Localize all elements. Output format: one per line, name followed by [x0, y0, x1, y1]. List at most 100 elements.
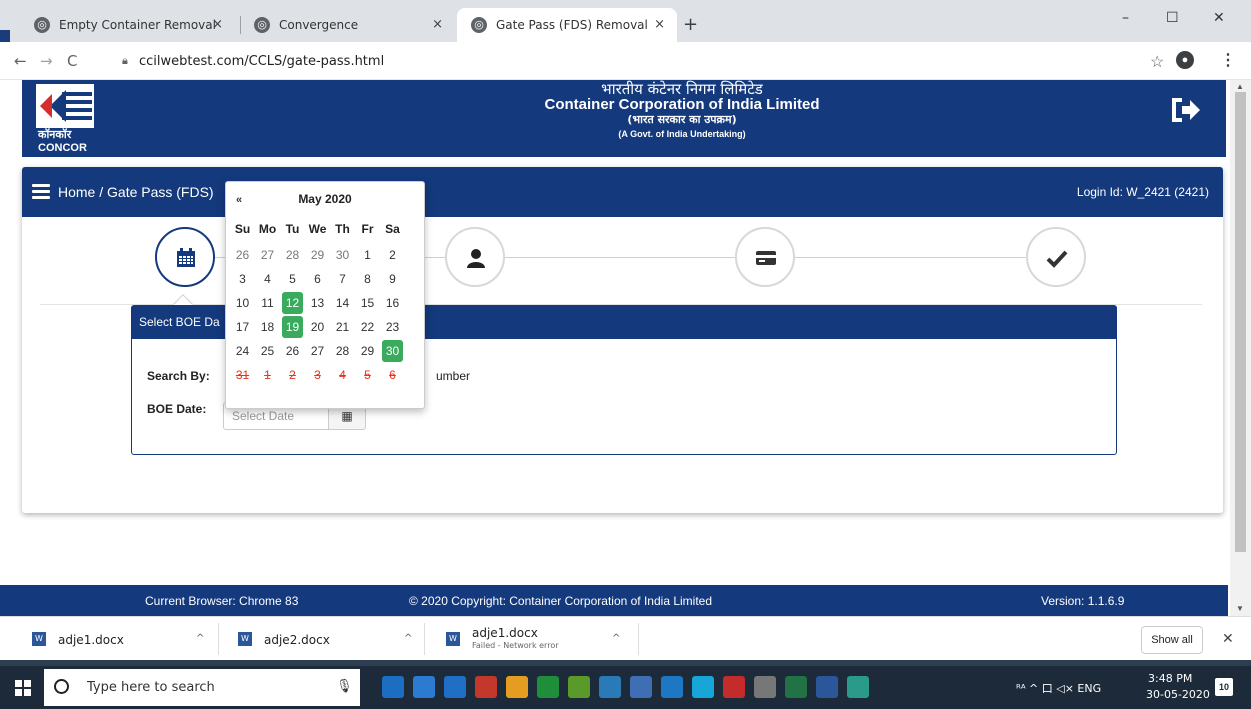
maximize-button[interactable]: ☐	[1166, 10, 1179, 26]
breadcrumb[interactable]: Home / Gate Pass (FDS)	[58, 184, 214, 200]
taskbar-app-icon[interactable]	[785, 676, 807, 698]
download-name: adje1.docx	[472, 626, 538, 640]
taskbar-app-icon[interactable]	[661, 676, 683, 698]
taskbar-app-icon[interactable]	[537, 676, 559, 698]
calendar-day-highlighted[interactable]: 12	[282, 292, 303, 314]
calendar-day[interactable]: 17	[232, 316, 253, 338]
address-bar[interactable]: ccilwebtest.com/CCLS/gate-pass.html	[139, 54, 384, 69]
calendar-day[interactable]: 20	[307, 316, 328, 338]
download-item[interactable]: W adje1.docx ^	[32, 625, 212, 655]
step-user[interactable]	[445, 227, 505, 287]
calendar-weekday: Tu	[285, 222, 300, 236]
download-bar-close-button[interactable]: ✕	[1222, 630, 1234, 647]
taskbar-app-icon[interactable]	[444, 676, 466, 698]
calendar-day[interactable]: 25	[257, 340, 278, 362]
calendar-day[interactable]: 29	[357, 340, 378, 362]
chevron-up-icon[interactable]: ^	[196, 633, 204, 644]
download-item[interactable]: W adje2.docx ^	[238, 625, 418, 655]
calendar-day[interactable]: 6	[307, 268, 328, 290]
taskbar-app-icon[interactable]	[630, 676, 652, 698]
calendar-day-highlighted[interactable]: 30	[382, 340, 403, 362]
calendar-day[interactable]: 27	[307, 340, 328, 362]
tab-gate-pass-fds-removal[interactable]: ◎ Gate Pass (FDS) Removal ×	[457, 8, 677, 42]
taskbar-search-input[interactable]: Type here to search	[87, 680, 215, 695]
calendar-day[interactable]: 2	[382, 244, 403, 266]
page-scrollbar[interactable]: ▲ ▼	[1230, 80, 1251, 616]
close-icon[interactable]: ×	[654, 17, 665, 32]
calendar-day[interactable]: 18	[257, 316, 278, 338]
window-close-button[interactable]: ✕	[1213, 10, 1225, 26]
search-by-option-text[interactable]: umber	[436, 369, 470, 383]
calendar-day[interactable]: 11	[257, 292, 278, 314]
taskbar-search[interactable]: Type here to search 🎙︎	[44, 669, 360, 706]
bookmark-star-icon[interactable]: ☆	[1150, 52, 1164, 72]
calendar-day[interactable]: 15	[357, 292, 378, 314]
minimize-button[interactable]: –	[1122, 10, 1129, 26]
calendar-day[interactable]: 26	[282, 340, 303, 362]
calendar-day[interactable]: 4	[257, 268, 278, 290]
taskbar-app-icon[interactable]	[413, 676, 435, 698]
windows-start-icon[interactable]	[15, 680, 31, 696]
download-item-failed[interactable]: W adje1.docx Failed - Network error ^	[446, 625, 626, 655]
scroll-up-icon[interactable]: ▲	[1236, 82, 1244, 91]
chevron-up-icon[interactable]: ^	[612, 633, 620, 644]
hamburger-menu-icon[interactable]	[32, 184, 50, 199]
calendar-day[interactable]: 23	[382, 316, 403, 338]
calendar-day[interactable]: 26	[232, 244, 253, 266]
calendar-day[interactable]: 8	[357, 268, 378, 290]
step-confirm[interactable]	[1026, 227, 1086, 287]
calendar-day[interactable]: 28	[332, 340, 353, 362]
taskbar-app-icon[interactable]	[847, 676, 869, 698]
taskbar-app-icon[interactable]	[599, 676, 621, 698]
chevron-up-icon[interactable]: ^	[404, 633, 412, 644]
calendar-day-highlighted[interactable]: 19	[282, 316, 303, 338]
microphone-icon[interactable]: 🎙︎	[336, 678, 353, 694]
calendar-day[interactable]: 16	[382, 292, 403, 314]
show-all-button[interactable]: Show all	[1141, 626, 1203, 654]
clock-date[interactable]: 30-05-2020	[1146, 688, 1210, 701]
calendar-day[interactable]: 9	[382, 268, 403, 290]
close-icon[interactable]: ×	[432, 17, 443, 32]
calendar-day[interactable]: 14	[332, 292, 353, 314]
calendar-day[interactable]: 22	[357, 316, 378, 338]
calendar-day[interactable]: 10	[232, 292, 253, 314]
close-icon[interactable]: ×	[212, 17, 223, 32]
taskbar-app-icon[interactable]	[816, 676, 838, 698]
calendar-day[interactable]: 29	[307, 244, 328, 266]
calendar-day[interactable]: 28	[282, 244, 303, 266]
browser-menu-icon[interactable]: ⋮	[1220, 50, 1236, 70]
calendar-day[interactable]: 30	[332, 244, 353, 266]
taskbar-app-icon[interactable]	[692, 676, 714, 698]
back-button[interactable]: ←	[14, 52, 27, 70]
taskbar-app-icon[interactable]	[568, 676, 590, 698]
taskbar-app-icon[interactable]	[382, 676, 404, 698]
reload-button[interactable]: C	[67, 52, 77, 70]
profile-icon[interactable]: ●	[1176, 51, 1194, 69]
download-status: Failed - Network error	[472, 641, 559, 650]
calendar-day[interactable]: 5	[282, 268, 303, 290]
taskbar-app-icon[interactable]	[754, 676, 776, 698]
scroll-down-icon[interactable]: ▼	[1236, 604, 1244, 613]
step-payment[interactable]	[735, 227, 795, 287]
taskbar-app-icon[interactable]	[723, 676, 745, 698]
tab-convergence[interactable]: ◎ Convergence ×	[240, 8, 455, 42]
calendar-day[interactable]: 3	[232, 268, 253, 290]
calendar-day[interactable]: 21	[332, 316, 353, 338]
calendar-day[interactable]: 24	[232, 340, 253, 362]
calendar-day[interactable]: 1	[357, 244, 378, 266]
scroll-thumb[interactable]	[1235, 92, 1246, 552]
notification-icon[interactable]: 10	[1215, 678, 1233, 696]
calendar-day[interactable]: 13	[307, 292, 328, 314]
calendar-day[interactable]: 7	[332, 268, 353, 290]
calendar-month-title[interactable]: May 2020	[226, 192, 424, 206]
taskbar-app-icon[interactable]	[506, 676, 528, 698]
tab-empty-container-removal[interactable]: ◎ Empty Container Removal Permi ×	[20, 8, 235, 42]
new-tab-button[interactable]: +	[683, 14, 698, 35]
forward-button[interactable]: →	[40, 52, 53, 70]
taskbar-app-icon[interactable]	[475, 676, 497, 698]
logout-icon[interactable]	[1168, 95, 1202, 125]
clock-time[interactable]: 3:48 PM	[1148, 672, 1192, 685]
system-tray[interactable]: ᴿᴬ ^ 口 ◁× ENG	[1016, 680, 1101, 696]
step-calendar[interactable]	[155, 227, 215, 287]
calendar-day[interactable]: 27	[257, 244, 278, 266]
